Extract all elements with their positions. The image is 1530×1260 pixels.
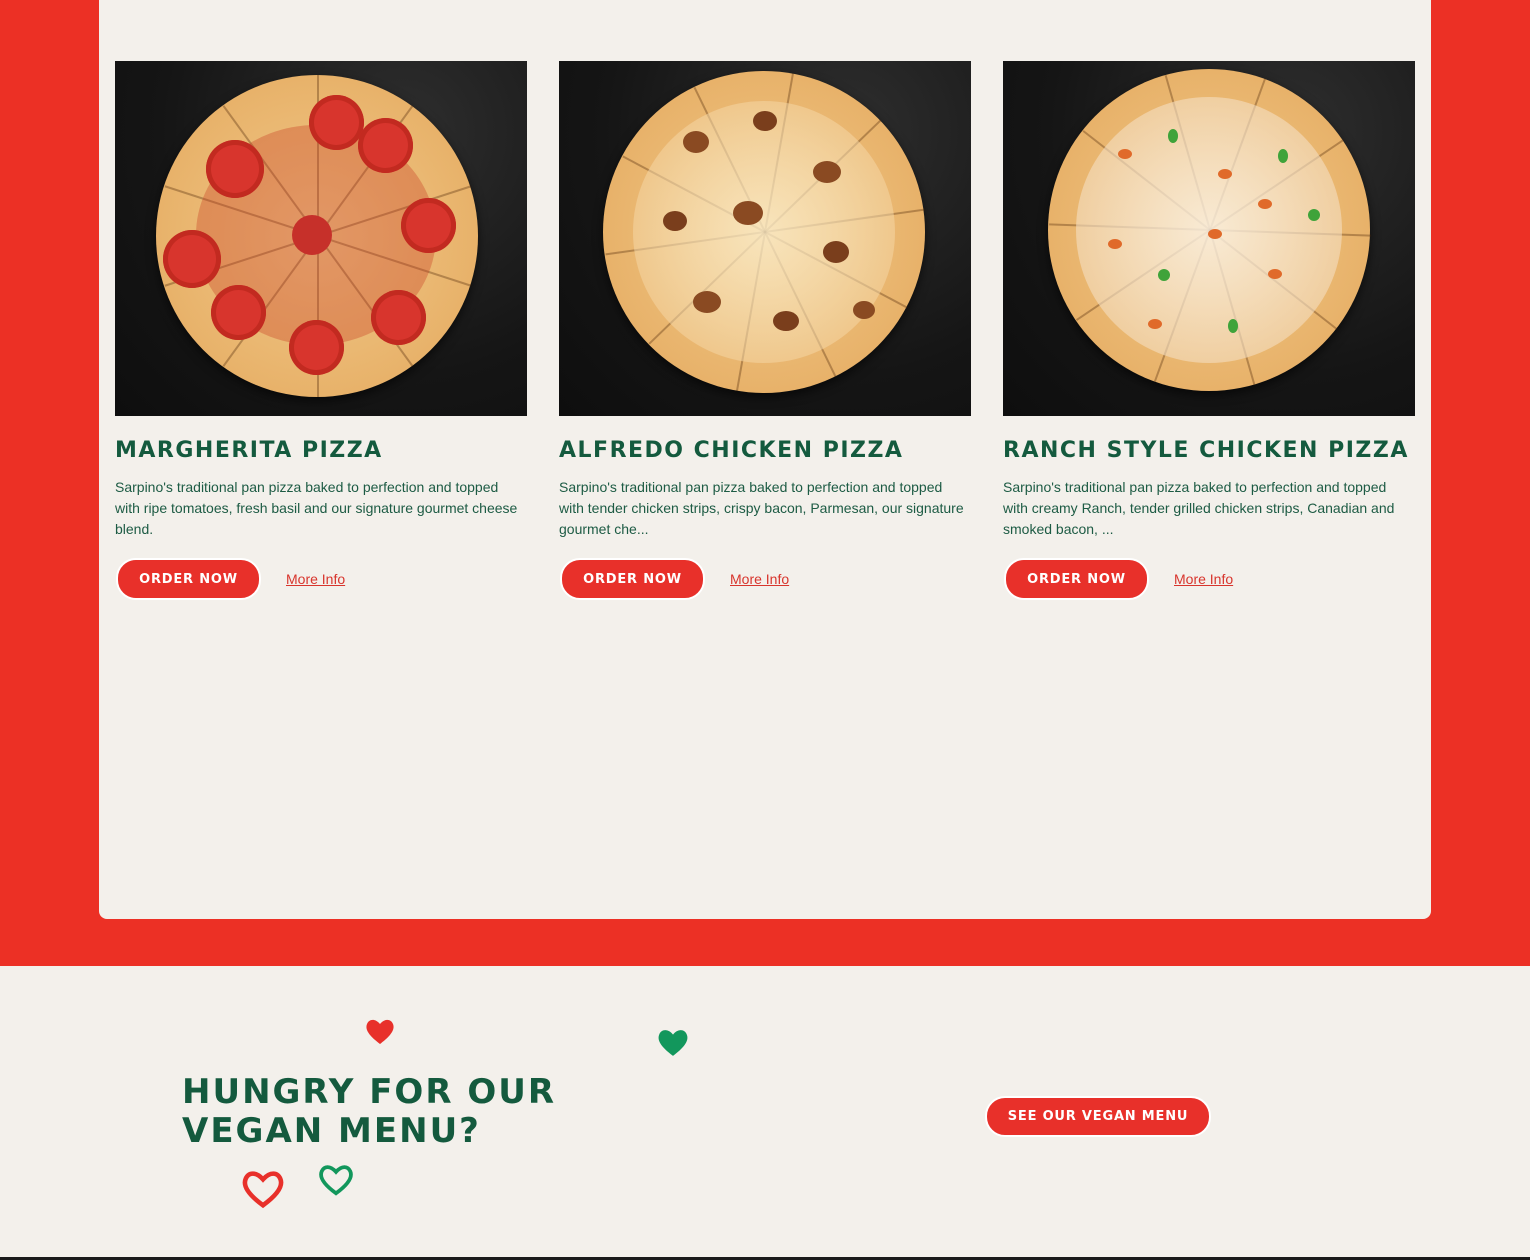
heart-icon xyxy=(658,1030,688,1056)
more-info-link[interactable]: More Info xyxy=(730,571,789,587)
card-actions: Order Now More Info xyxy=(559,558,789,600)
pizza-alfredo-image[interactable] xyxy=(559,61,971,416)
see-vegan-menu-button[interactable]: See our vegan menu xyxy=(985,1096,1211,1137)
pizza-description: Sarpino's traditional pan pizza baked to… xyxy=(115,479,518,537)
order-now-button[interactable]: Order Now xyxy=(1004,558,1149,600)
pizza-ranch-image[interactable] xyxy=(1003,61,1415,416)
order-now-button[interactable]: Order Now xyxy=(116,558,261,600)
vegan-section-title: Hungry for our vegan menu? xyxy=(182,1072,557,1151)
menu-card-alfredo: Alfredo Chicken Pizza Sarpino's traditio… xyxy=(559,61,971,600)
menu-card-margherita: Margherita Pizza Sarpino's traditional p… xyxy=(115,61,527,600)
pizza-description: Sarpino's traditional pan pizza baked to… xyxy=(1003,479,1395,537)
pizza-name: Margherita Pizza xyxy=(115,438,383,463)
card-actions: Order Now More Info xyxy=(115,558,345,600)
more-info-link[interactable]: More Info xyxy=(286,571,345,587)
card-actions: Order Now More Info xyxy=(1003,558,1233,600)
heart-icon xyxy=(366,1019,394,1044)
menu-card-ranch: Ranch Style Chicken Pizza Sarpino's trad… xyxy=(1003,61,1415,600)
heart-outline-icon xyxy=(242,1171,284,1209)
pizza-name: Alfredo Chicken Pizza xyxy=(559,438,904,463)
more-info-link[interactable]: More Info xyxy=(1174,571,1233,587)
pizza-margherita-image[interactable] xyxy=(115,61,527,416)
pizza-description: Sarpino's traditional pan pizza baked to… xyxy=(559,479,964,537)
pizza-name: Ranch Style Chicken Pizza xyxy=(1003,438,1409,463)
order-now-button[interactable]: Order Now xyxy=(560,558,705,600)
heart-outline-icon xyxy=(319,1165,353,1196)
